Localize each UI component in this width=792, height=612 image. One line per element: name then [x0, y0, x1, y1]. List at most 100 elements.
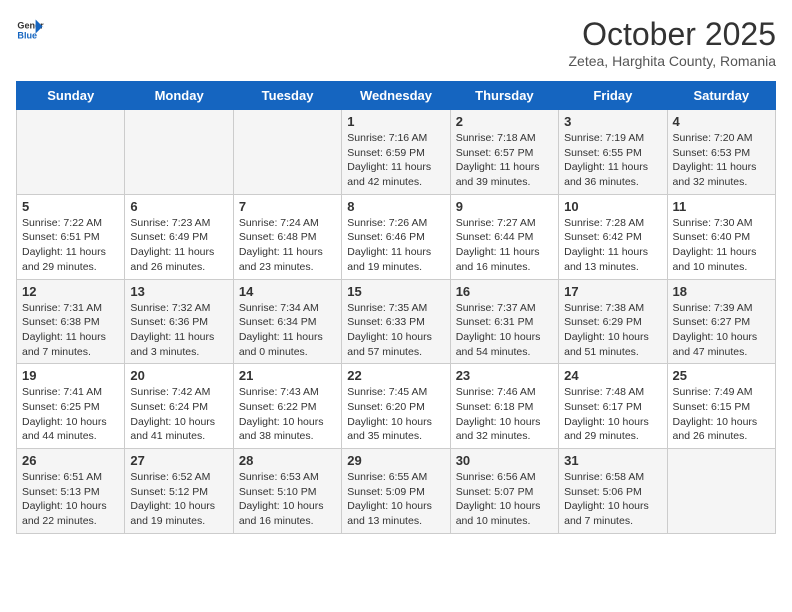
day-number: 8	[347, 199, 444, 214]
day-info: Sunrise: 6:56 AMSunset: 5:07 PMDaylight:…	[456, 470, 553, 529]
calendar-cell: 18 Sunrise: 7:39 AMSunset: 6:27 PMDayligh…	[667, 279, 775, 364]
calendar-cell: 23 Sunrise: 7:46 AMSunset: 6:18 PMDayligh…	[450, 364, 558, 449]
day-number: 28	[239, 453, 336, 468]
day-info: Sunrise: 7:35 AMSunset: 6:33 PMDaylight:…	[347, 301, 444, 360]
day-number: 31	[564, 453, 661, 468]
day-number: 29	[347, 453, 444, 468]
calendar-cell: 1 Sunrise: 7:16 AMSunset: 6:59 PMDaylight…	[342, 110, 450, 195]
day-info: Sunrise: 7:28 AMSunset: 6:42 PMDaylight:…	[564, 216, 661, 275]
calendar-cell: 21 Sunrise: 7:43 AMSunset: 6:22 PMDayligh…	[233, 364, 341, 449]
day-info: Sunrise: 7:24 AMSunset: 6:48 PMDaylight:…	[239, 216, 336, 275]
day-info: Sunrise: 7:16 AMSunset: 6:59 PMDaylight:…	[347, 131, 444, 190]
day-number: 19	[22, 368, 119, 383]
calendar-cell: 20 Sunrise: 7:42 AMSunset: 6:24 PMDayligh…	[125, 364, 233, 449]
day-info: Sunrise: 7:39 AMSunset: 6:27 PMDaylight:…	[673, 301, 770, 360]
calendar-cell: 29 Sunrise: 6:55 AMSunset: 5:09 PMDayligh…	[342, 449, 450, 534]
calendar-cell: 19Sunrise: 7:41 AMSunset: 6:25 PMDayligh…	[17, 364, 125, 449]
calendar-cell: 27Sunrise: 6:52 AMSunset: 5:12 PMDayligh…	[125, 449, 233, 534]
day-number: 18	[673, 284, 770, 299]
calendar-cell: 15 Sunrise: 7:35 AMSunset: 6:33 PMDayligh…	[342, 279, 450, 364]
calendar-day-header: Tuesday	[233, 82, 341, 110]
day-info: Sunrise: 7:38 AMSunset: 6:29 PMDaylight:…	[564, 301, 661, 360]
calendar-day-header: Saturday	[667, 82, 775, 110]
day-info: Sunrise: 7:42 AMSunset: 6:24 PMDaylight:…	[130, 385, 227, 444]
calendar-cell: 16 Sunrise: 7:37 AMSunset: 6:31 PMDayligh…	[450, 279, 558, 364]
calendar-day-header: Wednesday	[342, 82, 450, 110]
day-info: Sunrise: 7:19 AMSunset: 6:55 PMDaylight:…	[564, 131, 661, 190]
calendar-cell: 13Sunrise: 7:32 AMSunset: 6:36 PMDayligh…	[125, 279, 233, 364]
day-number: 1	[347, 114, 444, 129]
day-number: 27	[130, 453, 227, 468]
calendar-day-header: Sunday	[17, 82, 125, 110]
day-info: Sunrise: 7:37 AMSunset: 6:31 PMDaylight:…	[456, 301, 553, 360]
day-number: 2	[456, 114, 553, 129]
day-number: 17	[564, 284, 661, 299]
day-number: 14	[239, 284, 336, 299]
calendar-day-header: Thursday	[450, 82, 558, 110]
calendar-cell	[667, 449, 775, 534]
day-info: Sunrise: 6:55 AMSunset: 5:09 PMDaylight:…	[347, 470, 444, 529]
calendar-cell: 17 Sunrise: 7:38 AMSunset: 6:29 PMDayligh…	[559, 279, 667, 364]
logo-icon: General Blue	[16, 16, 44, 44]
calendar-cell: 11Sunrise: 7:30 AMSunset: 6:40 PMDayligh…	[667, 194, 775, 279]
calendar-cell: 6Sunrise: 7:23 AMSunset: 6:49 PMDaylight…	[125, 194, 233, 279]
day-number: 30	[456, 453, 553, 468]
day-number: 15	[347, 284, 444, 299]
day-number: 21	[239, 368, 336, 383]
day-info: Sunrise: 6:51 AMSunset: 5:13 PMDaylight:…	[22, 470, 119, 529]
day-number: 12	[22, 284, 119, 299]
day-number: 13	[130, 284, 227, 299]
calendar-header-row: SundayMondayTuesdayWednesdayThursdayFrid…	[17, 82, 776, 110]
calendar-day-header: Monday	[125, 82, 233, 110]
day-info: Sunrise: 7:18 AMSunset: 6:57 PMDaylight:…	[456, 131, 553, 190]
calendar-cell: 26 Sunrise: 6:51 AMSunset: 5:13 PMDayligh…	[17, 449, 125, 534]
day-info: Sunrise: 7:30 AMSunset: 6:40 PMDaylight:…	[673, 216, 770, 275]
day-info: Sunrise: 7:34 AMSunset: 6:34 PMDaylight:…	[239, 301, 336, 360]
day-info: Sunrise: 7:22 AMSunset: 6:51 PMDaylight:…	[22, 216, 119, 275]
day-number: 22	[347, 368, 444, 383]
day-number: 23	[456, 368, 553, 383]
calendar-cell: 8 Sunrise: 7:26 AMSunset: 6:46 PMDaylight…	[342, 194, 450, 279]
calendar-cell: 9 Sunrise: 7:27 AMSunset: 6:44 PMDaylight…	[450, 194, 558, 279]
calendar-cell: 7 Sunrise: 7:24 AMSunset: 6:48 PMDaylight…	[233, 194, 341, 279]
calendar-cell: 28Sunrise: 6:53 AMSunset: 5:10 PMDayligh…	[233, 449, 341, 534]
day-info: Sunrise: 7:31 AMSunset: 6:38 PMDaylight:…	[22, 301, 119, 360]
calendar-week-row: 26 Sunrise: 6:51 AMSunset: 5:13 PMDayligh…	[17, 449, 776, 534]
calendar-cell: 30 Sunrise: 6:56 AMSunset: 5:07 PMDayligh…	[450, 449, 558, 534]
day-info: Sunrise: 7:20 AMSunset: 6:53 PMDaylight:…	[673, 131, 770, 190]
calendar-cell: 24Sunrise: 7:48 AMSunset: 6:17 PMDayligh…	[559, 364, 667, 449]
day-info: Sunrise: 7:26 AMSunset: 6:46 PMDaylight:…	[347, 216, 444, 275]
svg-text:Blue: Blue	[17, 30, 37, 40]
calendar-cell: 31 Sunrise: 6:58 AMSunset: 5:06 PMDayligh…	[559, 449, 667, 534]
calendar-cell	[125, 110, 233, 195]
day-number: 9	[456, 199, 553, 214]
calendar-cell: 14 Sunrise: 7:34 AMSunset: 6:34 PMDayligh…	[233, 279, 341, 364]
day-info: Sunrise: 7:46 AMSunset: 6:18 PMDaylight:…	[456, 385, 553, 444]
day-info: Sunrise: 7:48 AMSunset: 6:17 PMDaylight:…	[564, 385, 661, 444]
day-number: 25	[673, 368, 770, 383]
day-info: Sunrise: 6:58 AMSunset: 5:06 PMDaylight:…	[564, 470, 661, 529]
day-number: 16	[456, 284, 553, 299]
calendar-week-row: 12 Sunrise: 7:31 AMSunset: 6:38 PMDayligh…	[17, 279, 776, 364]
day-number: 10	[564, 199, 661, 214]
day-number: 7	[239, 199, 336, 214]
calendar-cell: 22 Sunrise: 7:45 AMSunset: 6:20 PMDayligh…	[342, 364, 450, 449]
day-info: Sunrise: 7:43 AMSunset: 6:22 PMDaylight:…	[239, 385, 336, 444]
month-title: October 2025	[568, 16, 776, 53]
calendar-cell: 25 Sunrise: 7:49 AMSunset: 6:15 PMDayligh…	[667, 364, 775, 449]
day-number: 4	[673, 114, 770, 129]
calendar-cell	[233, 110, 341, 195]
day-info: Sunrise: 7:45 AMSunset: 6:20 PMDaylight:…	[347, 385, 444, 444]
day-info: Sunrise: 7:49 AMSunset: 6:15 PMDaylight:…	[673, 385, 770, 444]
calendar-cell: 12 Sunrise: 7:31 AMSunset: 6:38 PMDayligh…	[17, 279, 125, 364]
calendar-cell: 4 Sunrise: 7:20 AMSunset: 6:53 PMDaylight…	[667, 110, 775, 195]
calendar-week-row: 19Sunrise: 7:41 AMSunset: 6:25 PMDayligh…	[17, 364, 776, 449]
title-area: October 2025 Zetea, Harghita County, Rom…	[568, 16, 776, 69]
day-number: 3	[564, 114, 661, 129]
day-number: 26	[22, 453, 119, 468]
calendar-cell	[17, 110, 125, 195]
day-number: 5	[22, 199, 119, 214]
day-info: Sunrise: 7:27 AMSunset: 6:44 PMDaylight:…	[456, 216, 553, 275]
calendar-table: SundayMondayTuesdayWednesdayThursdayFrid…	[16, 81, 776, 534]
day-number: 20	[130, 368, 227, 383]
